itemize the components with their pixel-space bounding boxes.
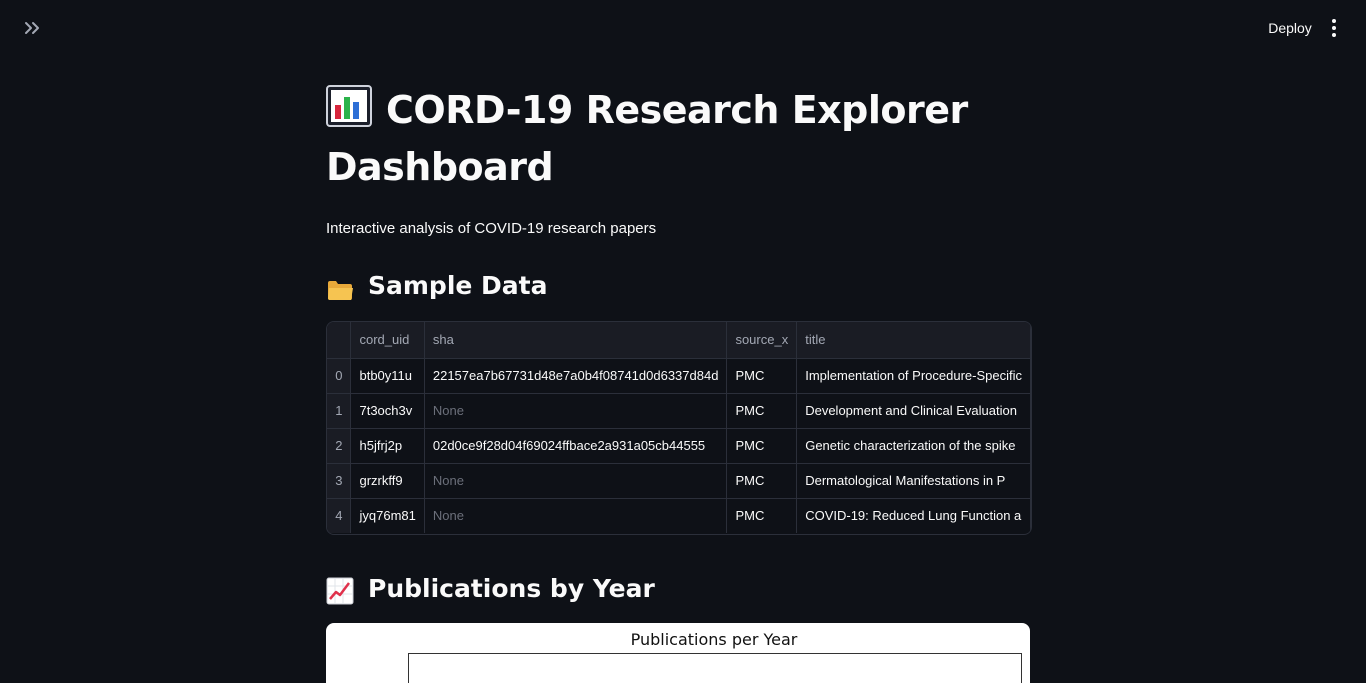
- column-header-title[interactable]: title: [796, 322, 1031, 359]
- page-subtitle: Interactive analysis of COVID-19 researc…: [326, 220, 657, 237]
- cell-title[interactable]: Implementation of Procedure-Specific: [796, 358, 1031, 394]
- row-index: 3: [327, 463, 352, 499]
- cell-title[interactable]: Genetic characterization of the spike: [796, 428, 1031, 464]
- index-column-header: [327, 322, 352, 359]
- table-row: 1 7t3och3v None PMC Development and Clin…: [327, 393, 1031, 429]
- publications-heading-text: Publications by Year: [368, 574, 655, 603]
- sample-data-heading: Sample Data: [326, 266, 1030, 306]
- expand-sidebar-button[interactable]: [20, 18, 44, 38]
- publications-heading: Publications by Year: [326, 569, 1030, 609]
- main-content: CORD-19 Research Explorer Dashboard Inte…: [326, 84, 1032, 683]
- deploy-button[interactable]: Deploy: [1258, 14, 1322, 42]
- double-chevron-right-icon: [25, 22, 39, 34]
- cell-cord-uid[interactable]: h5jfrj2p: [350, 428, 425, 464]
- cell-sha[interactable]: None: [424, 463, 728, 499]
- cell-title[interactable]: COVID-19: Reduced Lung Function a: [796, 498, 1031, 533]
- cell-source-x[interactable]: PMC: [726, 393, 798, 429]
- cell-sha[interactable]: None: [424, 498, 728, 533]
- cell-title[interactable]: Dermatological Manifestations in P: [796, 463, 1031, 499]
- chart-title: Publications per Year: [630, 630, 798, 649]
- cell-source-x[interactable]: PMC: [726, 463, 798, 499]
- cell-cord-uid[interactable]: jyq76m81: [350, 498, 425, 533]
- table-header-row: cord_uid sha source_x title: [327, 322, 1031, 359]
- cell-source-x[interactable]: PMC: [726, 428, 798, 464]
- cell-cord-uid[interactable]: btb0y11u: [350, 358, 425, 394]
- table-row: 3 grzrkff9 None PMC Dermatological Manif…: [327, 463, 1031, 499]
- chart-plot-area: [408, 653, 1022, 683]
- table-row: 4 jyq76m81 None PMC COVID-19: Reduced Lu…: [327, 498, 1031, 533]
- row-index: 4: [327, 498, 352, 533]
- app-header: Deploy: [0, 0, 1366, 56]
- cell-source-x[interactable]: PMC: [726, 358, 798, 394]
- cell-title[interactable]: Development and Clinical Evaluation: [796, 393, 1031, 429]
- table-row: 2 h5jfrj2p 02d0ce9f28d04f69024ffbace2a93…: [327, 428, 1031, 464]
- row-index: 2: [327, 428, 352, 464]
- sample-data-heading-text: Sample Data: [368, 271, 548, 300]
- page-title: CORD-19 Research Explorer Dashboard: [326, 88, 968, 189]
- vertical-dots-icon: [1332, 19, 1336, 23]
- cell-cord-uid[interactable]: 7t3och3v: [350, 393, 425, 429]
- sample-data-table[interactable]: cord_uid sha source_x title 0 btb0y11u 2…: [326, 321, 1032, 535]
- column-header-source-x[interactable]: source_x: [726, 322, 798, 359]
- table-row: 0 btb0y11u 22157ea7b67731d48e7a0b4f08741…: [327, 358, 1031, 394]
- row-index: 0: [327, 358, 352, 394]
- cell-sha[interactable]: 22157ea7b67731d48e7a0b4f08741d0d6337d84d: [424, 358, 728, 394]
- column-header-cord-uid[interactable]: cord_uid: [350, 322, 425, 359]
- bar-chart-icon: [326, 85, 372, 141]
- cell-cord-uid[interactable]: grzrkff9: [350, 463, 425, 499]
- line-chart-icon: [326, 577, 354, 605]
- row-index: 1: [327, 393, 352, 429]
- page-title-block: CORD-19 Research Explorer Dashboard: [326, 84, 1030, 194]
- cell-sha[interactable]: None: [424, 393, 728, 429]
- cell-source-x[interactable]: PMC: [726, 498, 798, 533]
- cell-sha[interactable]: 02d0ce9f28d04f69024ffbace2a931a05cb44555: [424, 428, 728, 464]
- column-header-sha[interactable]: sha: [424, 322, 728, 359]
- publications-chart: Publications per Year: [326, 623, 1030, 683]
- folder-icon: [326, 274, 354, 300]
- main-menu-button[interactable]: [1324, 16, 1344, 40]
